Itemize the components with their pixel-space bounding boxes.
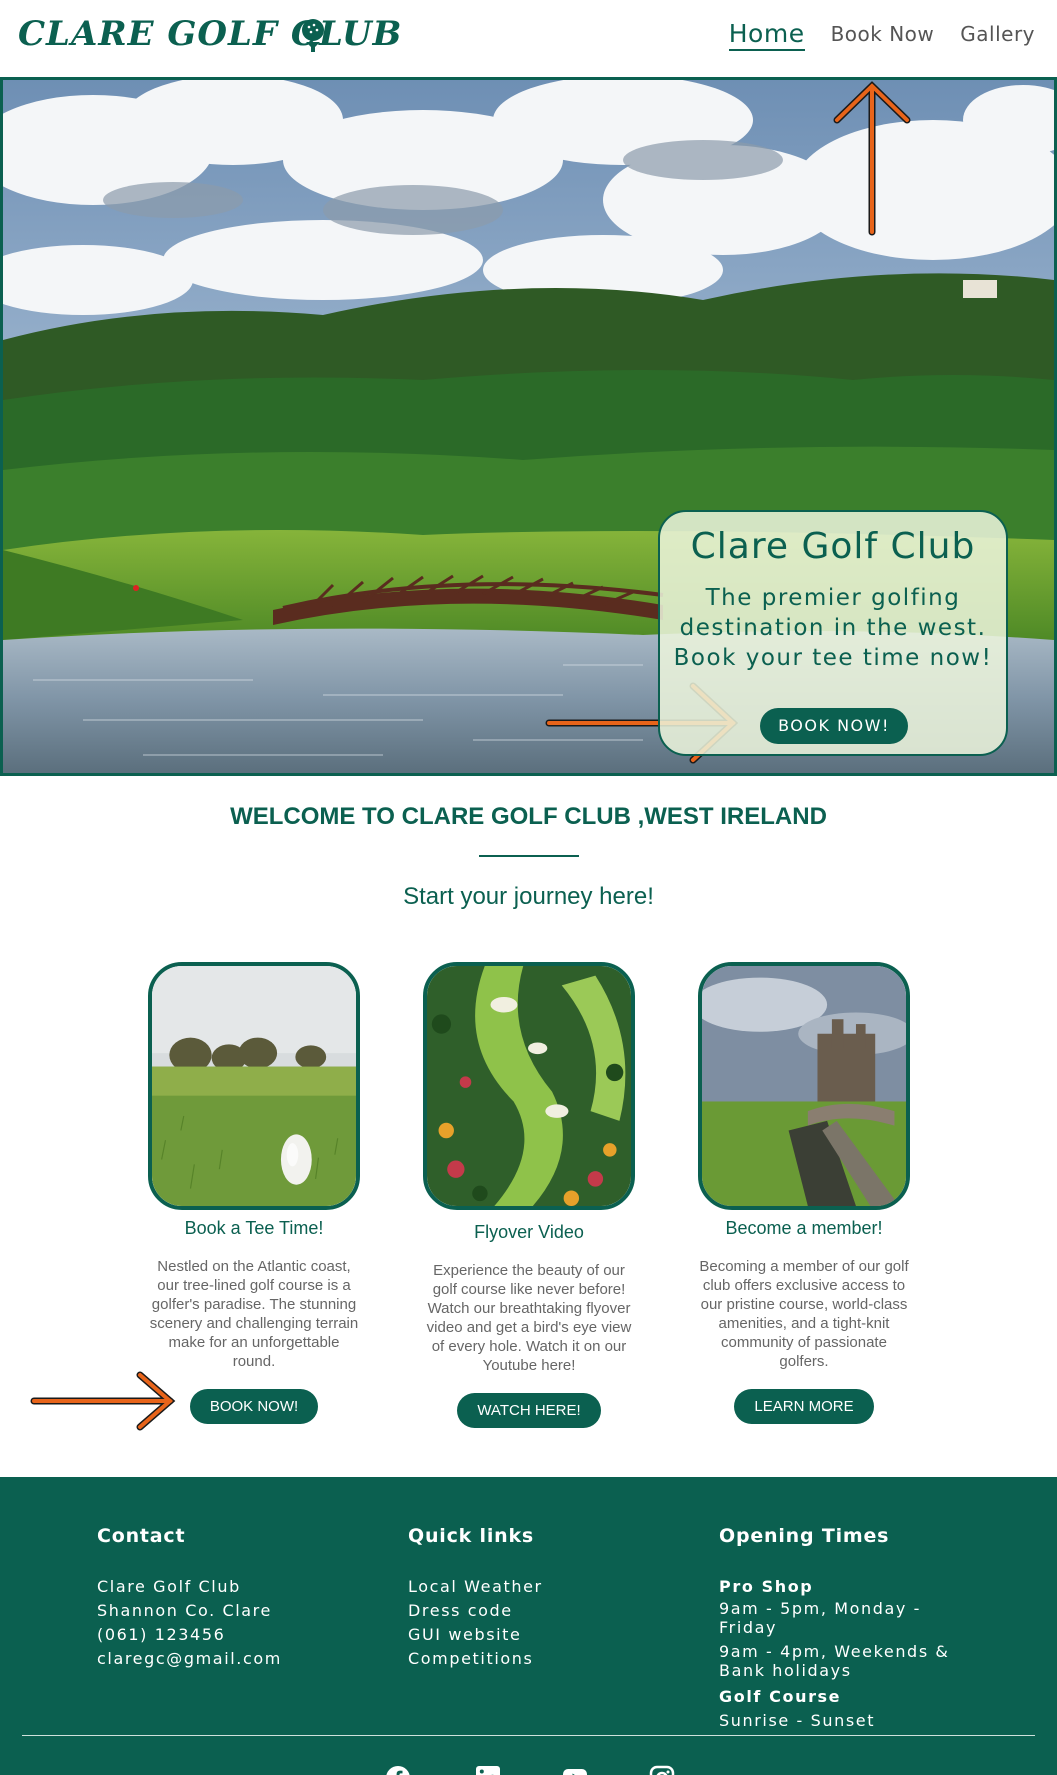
book-now-button[interactable]: BOOK NOW! xyxy=(189,1389,319,1424)
card-title: Flyover Video xyxy=(474,1222,584,1242)
card-become-member: Become a member! Becoming a member of ou… xyxy=(688,962,920,1424)
welcome-divider xyxy=(479,855,579,857)
youtube-icon[interactable] xyxy=(562,1765,588,1775)
pro-shop-weekday-hours: 9am - 5pm, Monday - Friday xyxy=(719,1599,922,1637)
card-text: Experience the beauty of our golf course… xyxy=(426,1262,632,1374)
instagram-icon[interactable] xyxy=(649,1765,675,1775)
hero-book-now-button[interactable]: BOOK NOW! xyxy=(760,708,908,744)
card-text: Nestled on the Atlantic coast, our tree-… xyxy=(149,1258,359,1370)
contact-email[interactable]: claregc@gmail.com xyxy=(97,1647,347,1671)
pro-shop-label: Pro Shop xyxy=(719,1577,814,1596)
footer-divider xyxy=(22,1735,1035,1736)
welcome-subtitle: Start your journey here! xyxy=(403,883,654,910)
golf-ball-on-tee-icon xyxy=(302,19,324,52)
hero-overlay-card: Clare Golf Club The premier golfing dest… xyxy=(658,510,1008,756)
hero-title: Clare Golf Club xyxy=(690,526,976,567)
linkedin-icon[interactable] xyxy=(475,1765,501,1775)
aerial-golf-course-image xyxy=(423,962,635,1210)
card-book-tee-time: Book a Tee Time! Nestled on the Atlantic… xyxy=(138,962,370,1424)
nav-gallery[interactable]: Gallery xyxy=(960,22,1035,51)
watch-here-button[interactable]: WATCH HERE! xyxy=(457,1393,601,1428)
golf-ball-on-grass-image xyxy=(148,962,360,1210)
link-local-weather[interactable]: Local Weather xyxy=(408,1575,658,1599)
hero-section: Clare Golf Club The premier golfing dest… xyxy=(0,77,1057,776)
golf-course-label: Golf Course xyxy=(719,1687,842,1706)
nav-book-now[interactable]: Book Now xyxy=(831,22,935,51)
card-title: Become a member! xyxy=(725,1218,883,1238)
learn-more-button[interactable]: LEARN MORE xyxy=(734,1389,874,1424)
card-flyover-video: Flyover Video Experience the beauty of o… xyxy=(413,962,645,1428)
link-dress-code[interactable]: Dress code xyxy=(408,1599,658,1623)
nav-home[interactable]: Home xyxy=(728,19,805,51)
golf-course-hours: Sunrise - Sunset xyxy=(719,1711,876,1730)
card-text: Becoming a member of our golf club offer… xyxy=(699,1258,909,1370)
clubhouse-bridge-image xyxy=(698,962,910,1210)
facebook-icon[interactable] xyxy=(385,1765,411,1775)
contact-line: Clare Golf Club xyxy=(97,1577,241,1596)
link-competitions[interactable]: Competitions xyxy=(408,1647,658,1671)
footer-contact-heading: Contact xyxy=(97,1525,186,1547)
welcome-heading: WELCOME TO CLARE GOLF CLUB ,WEST IRELAND xyxy=(230,803,827,830)
pro-shop-weekend-hours: 9am - 4pm, Weekends & Bank holidays xyxy=(719,1642,950,1680)
footer-contact: Contact Clare Golf Club Shannon Co. Clar… xyxy=(97,1525,347,1671)
footer-links-heading: Quick links xyxy=(408,1525,535,1547)
footer-opening-times: Opening Times Pro Shop 9am - 5pm, Monday… xyxy=(719,1525,959,1733)
footer-quick-links: Quick links Local Weather Dress code GUI… xyxy=(408,1525,658,1671)
card-title: Book a Tee Time! xyxy=(184,1218,324,1238)
main-nav: Home Book Now Gallery xyxy=(728,19,1035,51)
footer-opening-heading: Opening Times xyxy=(719,1525,890,1547)
link-gui-website[interactable]: GUI website xyxy=(408,1623,658,1647)
contact-line: Shannon Co. Clare xyxy=(97,1601,272,1620)
site-logo[interactable]: CLARE GOLF CLUB xyxy=(18,14,402,54)
site-footer: Contact Clare Golf Club Shannon Co. Clar… xyxy=(0,1477,1057,1775)
hero-tagline: The premier golfing destination in the w… xyxy=(673,585,993,671)
contact-phone[interactable]: (061) 123456 xyxy=(97,1623,347,1647)
site-header: CLARE GOLF CLUB Home Book Now Gallery xyxy=(0,0,1057,77)
